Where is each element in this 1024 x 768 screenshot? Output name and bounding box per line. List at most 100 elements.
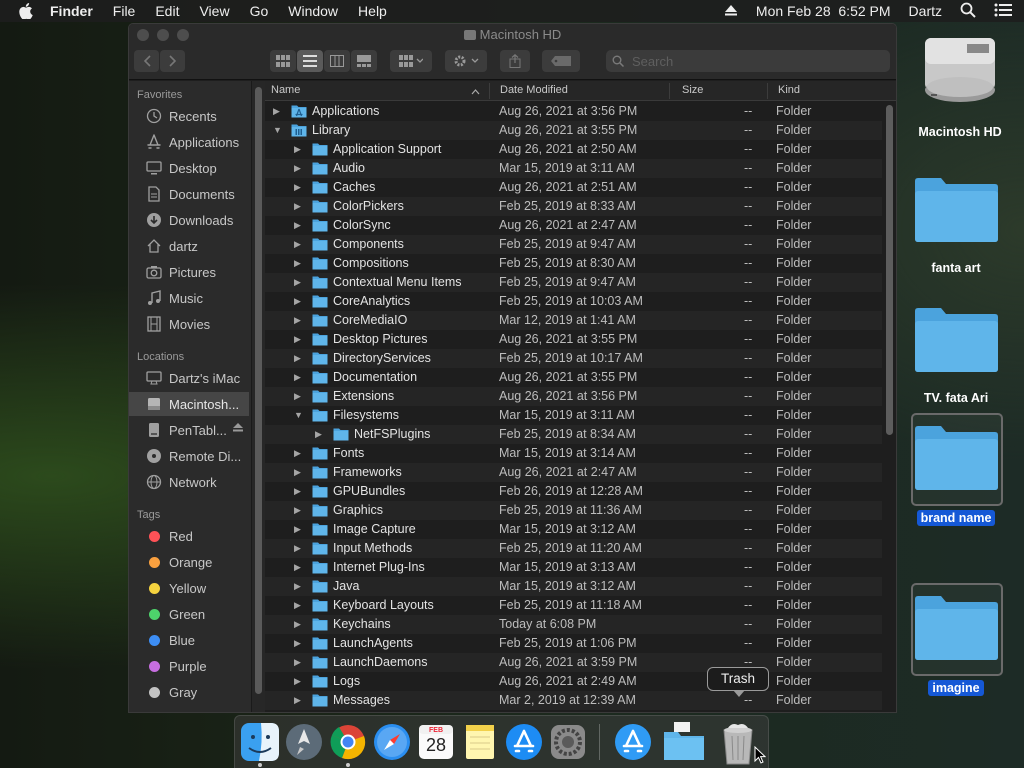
action-gear-button[interactable] — [445, 50, 487, 72]
sort-chevron-up-icon[interactable] — [471, 86, 480, 98]
table-row[interactable]: ▶LogsAug 26, 2021 at 2:49 AM--Folder — [265, 672, 882, 691]
table-row[interactable]: ▶ ColorPickers Feb 25, 2019 at 8:33 AM -- Fo… — [265, 197, 882, 216]
sidebar-tag-green[interactable]: Green — [129, 602, 249, 626]
share-button[interactable] — [500, 50, 530, 72]
table-row[interactable]: ▶ Contextual Menu Items Feb 25, 2019 at 9:… — [265, 273, 882, 292]
downloads-folder-dock-icon[interactable] — [662, 722, 704, 762]
table-row[interactable]: ▶ ColorSync Aug 26, 2021 at 2:47 AM -- Folde… — [265, 216, 882, 235]
disclosure-triangle-right-icon[interactable]: ▶ — [294, 467, 301, 478]
safari-dock-icon[interactable] — [372, 722, 412, 762]
sidebar-scrollbar[interactable] — [251, 81, 265, 712]
desktop-folder-brand-name[interactable]: brand name — [910, 413, 1003, 533]
table-row[interactable]: ▶ Audio Mar 15, 2019 at 3:11 AM -- Folder — [265, 159, 882, 178]
app-store-folder-dock-icon[interactable] — [613, 722, 653, 762]
disclosure-triangle-right-icon[interactable]: ▶ — [294, 505, 301, 516]
launchpad-dock-icon[interactable] — [284, 722, 324, 762]
sidebar-tag-red[interactable]: Red — [129, 524, 249, 548]
disclosure-triangle-right-icon[interactable]: ▶ — [294, 296, 301, 307]
disclosure-triangle-right-icon[interactable]: ▶ — [294, 562, 301, 573]
sidebar-item-downloads[interactable]: Downloads — [129, 208, 249, 232]
sidebar-scroll-thumb[interactable] — [255, 87, 262, 694]
tag-button[interactable] — [542, 50, 580, 72]
sidebar-item-desktop[interactable]: Desktop — [129, 156, 249, 180]
table-row[interactable]: ▶ Application Support Aug 26, 2021 at 2:50… — [265, 140, 882, 159]
list-view-button[interactable] — [297, 50, 323, 72]
menu-help[interactable]: Help — [358, 3, 387, 19]
table-row[interactable]: ▶ Compositions Feb 25, 2019 at 8:30 AM -- Fo… — [265, 254, 882, 273]
group-by-button[interactable] — [390, 50, 432, 72]
sidebar-tag-blue[interactable]: Blue — [129, 628, 249, 652]
table-row[interactable]: ▶ CoreMediaIO Mar 12, 2019 at 1:41 AM -- Fol… — [265, 311, 882, 330]
table-row[interactable]: ▶ CoreAnalytics Feb 25, 2019 at 10:03 AM --… — [265, 292, 882, 311]
table-row[interactable]: ▶ Caches Aug 26, 2021 at 2:51 AM -- Folder — [265, 178, 882, 197]
table-row[interactable]: ▼ Filesystems Mar 15, 2019 at 3:11 AM -- Fol… — [265, 406, 882, 425]
table-row[interactable]: ▶ Internet Plug-Ins Mar 15, 2019 at 3:13 A… — [265, 558, 882, 577]
column-size-header[interactable]: Size — [682, 84, 703, 96]
desktop-folder-imagine[interactable]: imagine — [910, 583, 1003, 703]
table-row[interactable]: ▶ Input Methods Feb 25, 2019 at 11:20 AM --… — [265, 539, 882, 558]
sidebar-item-dartz-s-imac[interactable]: Dartz's iMac — [129, 366, 249, 390]
forward-button[interactable] — [160, 50, 185, 72]
table-row[interactable]: ▶ Extensions Aug 26, 2021 at 3:56 PM -- Fold… — [265, 387, 882, 406]
apple-menu-icon[interactable] — [16, 1, 36, 21]
trash-dock-icon[interactable] — [718, 722, 758, 765]
eject-icon[interactable] — [724, 3, 738, 19]
table-row[interactable]: ▶ Fonts Mar 15, 2019 at 3:14 AM -- Folder — [265, 444, 882, 463]
spotlight-search-icon[interactable] — [960, 2, 976, 21]
disclosure-triangle-right-icon[interactable]: ▶ — [294, 524, 301, 535]
column-kind-header[interactable]: Kind — [778, 84, 800, 96]
list-scroll-thumb[interactable] — [886, 105, 893, 435]
disclosure-triangle-right-icon[interactable]: ▶ — [294, 581, 301, 592]
table-row[interactable]: ▶ NetFSPlugins Feb 25, 2019 at 8:34 AM -- Fo… — [265, 425, 882, 444]
column-view-button[interactable] — [324, 50, 350, 72]
sidebar-item-recents[interactable]: Recents — [129, 104, 249, 128]
disclosure-triangle-right-icon[interactable]: ▶ — [294, 220, 301, 231]
sidebar-item-documents[interactable]: Documents — [129, 182, 249, 206]
disclosure-triangle-right-icon[interactable]: ▶ — [294, 353, 301, 364]
sidebar-tag-yellow[interactable]: Yellow — [129, 576, 249, 600]
sidebar-item-network[interactable]: Network — [129, 470, 249, 494]
menu-clock[interactable]: Mon Feb 28 6:52 PM — [756, 3, 891, 19]
sidebar-item-remote-di[interactable]: Remote Di... — [129, 444, 249, 468]
list-scrollbar[interactable] — [882, 101, 896, 712]
sidebar-item-movies[interactable]: Movies — [129, 312, 249, 336]
disclosure-triangle-right-icon[interactable]: ▶ — [294, 239, 301, 250]
table-row[interactable]: ▶ Java Mar 15, 2019 at 3:12 AM -- Folder — [265, 577, 882, 596]
disclosure-triangle-right-icon[interactable]: ▶ — [294, 334, 301, 345]
column-date-header[interactable]: Date Modified — [500, 84, 568, 96]
disclosure-triangle-right-icon[interactable]: ▶ — [294, 182, 301, 193]
table-row[interactable]: ▶ LaunchDaemons Aug 26, 2021 at 3:59 PM -- F… — [265, 653, 882, 672]
search-input[interactable] — [632, 53, 872, 69]
sidebar-item-macintosh[interactable]: Macintosh... — [129, 392, 249, 416]
table-row[interactable]: ▶ DirectoryServices Feb 25, 2019 at 10:17 … — [265, 349, 882, 368]
disclosure-triangle-right-icon[interactable]: ▶ — [294, 695, 301, 706]
sidebar-tag-orange[interactable]: Orange — [129, 550, 249, 574]
menu-view[interactable]: View — [199, 3, 229, 19]
disclosure-triangle-right-icon[interactable]: ▶ — [315, 429, 322, 440]
table-row[interactable]: ▶ Keychains Today at 6:08 PM -- Folder — [265, 615, 882, 634]
disclosure-triangle-right-icon[interactable]: ▶ — [294, 277, 301, 288]
sidebar-tag-gray[interactable]: Gray — [129, 680, 249, 704]
sidebar-tag-purple[interactable]: Purple — [129, 654, 249, 678]
chrome-dock-icon[interactable] — [328, 722, 368, 762]
eject-icon[interactable] — [233, 423, 243, 435]
notification-center-icon[interactable] — [994, 3, 1012, 20]
app-store-dock-icon[interactable] — [504, 722, 544, 762]
disclosure-triangle-right-icon[interactable]: ▶ — [294, 144, 301, 155]
table-row[interactable]: ▶ Graphics Feb 25, 2019 at 11:36 AM -- Folde… — [265, 501, 882, 520]
disclosure-triangle-right-icon[interactable]: ▶ — [294, 448, 301, 459]
menu-go[interactable]: Go — [250, 3, 269, 19]
table-row[interactable]: ▶ Messages Mar 2, 2019 at 12:39 AM -- Folder — [265, 691, 882, 710]
search-field[interactable] — [606, 50, 890, 72]
finder-dock-icon[interactable] — [240, 722, 280, 762]
table-row[interactable]: ▼ Library Aug 26, 2021 at 3:55 PM -- Folder — [265, 121, 882, 140]
menu-file[interactable]: File — [113, 3, 136, 19]
disclosure-triangle-right-icon[interactable]: ▶ — [294, 600, 301, 611]
sidebar-item-applications[interactable]: Applications — [129, 130, 249, 154]
table-row[interactable]: ▶ GPUBundles Feb 26, 2019 at 12:28 AM -- Fol… — [265, 482, 882, 501]
disclosure-triangle-right-icon[interactable]: ▶ — [294, 676, 301, 687]
disclosure-triangle-right-icon[interactable]: ▶ — [294, 315, 301, 326]
sidebar-item-pictures[interactable]: Pictures — [129, 260, 249, 284]
window-titlebar[interactable]: Macintosh HD — [129, 24, 896, 80]
table-row[interactable]: ▶ Desktop Pictures Aug 26, 2021 at 3:55 PM… — [265, 330, 882, 349]
